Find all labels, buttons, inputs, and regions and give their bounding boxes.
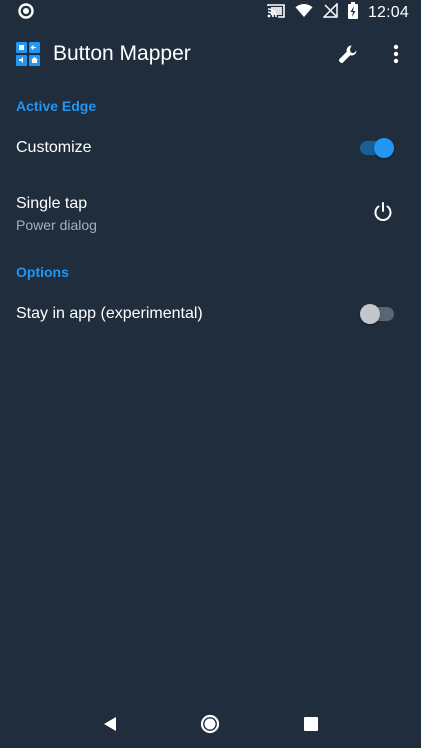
status-bar: 12:04	[0, 0, 421, 26]
battery-charging-icon	[347, 2, 358, 24]
stay-in-app-switch[interactable]	[360, 304, 394, 324]
app-bar: Button Mapper	[0, 26, 421, 82]
pref-customize-title: Customize	[16, 139, 92, 156]
wifi-icon	[295, 3, 313, 23]
notification-circle-icon	[18, 2, 34, 24]
pref-stay-in-app-title: Stay in app (experimental)	[16, 305, 203, 322]
pref-single-tap[interactable]: Single tap Power dialog	[0, 180, 421, 248]
pref-customize[interactable]: Customize	[0, 116, 421, 180]
signal-off-icon	[322, 2, 338, 23]
app-title: Button Mapper	[53, 42, 191, 65]
back-icon[interactable]	[90, 704, 130, 744]
overflow-menu-icon[interactable]	[383, 41, 409, 67]
section-header-options: Options	[16, 264, 69, 280]
pref-single-tap-summary: Power dialog	[16, 217, 97, 233]
preferences-list: Active Edge Customize Single tap Power d…	[0, 82, 421, 346]
cast-icon	[267, 3, 285, 24]
status-time: 12:04	[367, 4, 409, 21]
section-header-active-edge: Active Edge	[16, 98, 97, 114]
app-logo-icon	[16, 42, 40, 66]
recents-icon[interactable]	[291, 704, 331, 744]
power-icon	[372, 201, 394, 228]
pref-single-tap-title: Single tap	[16, 195, 88, 212]
wrench-icon[interactable]	[335, 41, 361, 67]
customize-switch[interactable]	[360, 138, 394, 158]
home-icon[interactable]	[190, 704, 230, 744]
pref-stay-in-app[interactable]: Stay in app (experimental)	[0, 282, 421, 346]
nav-bar	[0, 700, 421, 748]
